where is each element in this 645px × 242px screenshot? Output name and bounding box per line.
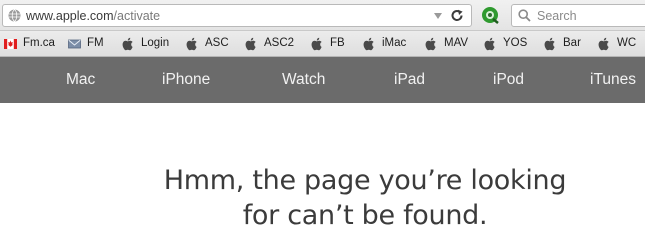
globe-icon	[8, 9, 21, 22]
apple-logo-icon	[186, 37, 197, 51]
apple-logo-icon	[311, 37, 322, 51]
apple-logo-icon	[484, 37, 495, 51]
bookmarks-bar: Fm.ca FM Login ASC ASC2 FB iMac MAV YOS …	[0, 31, 645, 57]
apple-logo-icon	[363, 37, 374, 51]
url-host: www.apple.com	[26, 9, 114, 23]
bookmark-label: iMac	[382, 37, 407, 49]
apple-logo-icon	[245, 37, 256, 51]
url-text[interactable]: www.apple.com/activate	[26, 9, 160, 23]
nav-item-mac[interactable]: Mac	[66, 71, 95, 89]
history-dropdown-icon[interactable]	[433, 11, 443, 21]
apple-logo-icon	[425, 37, 436, 51]
bookmark-label: WC	[617, 37, 637, 49]
canada-flag-icon	[4, 39, 17, 49]
apple-logo-icon	[598, 37, 609, 51]
page-not-found-heading: Hmm, the page you’re looking for can’t b…	[0, 163, 645, 233]
bookmark-label: FM	[87, 37, 104, 49]
apple-logo-icon	[544, 37, 555, 51]
search-icon	[518, 9, 531, 22]
nav-item-ipod[interactable]: iPod	[493, 71, 524, 89]
browser-toolbar: www.apple.com/activate Search	[0, 0, 645, 31]
search-bar[interactable]: Search	[511, 4, 645, 27]
nav-item-ipad[interactable]: iPad	[394, 71, 425, 89]
bookmark-label: YOS	[503, 37, 528, 49]
url-path: /activate	[113, 9, 161, 23]
bookmark-label: Bar	[563, 37, 581, 49]
reload-icon[interactable]	[450, 9, 464, 23]
heading-line-2: for can’t be found.	[242, 200, 488, 232]
extension-icon[interactable]	[480, 5, 500, 25]
bookmark-label: Login	[141, 37, 170, 49]
bookmark-label: FB	[330, 37, 345, 49]
bookmark-label: ASC2	[264, 37, 295, 49]
apple-logo-icon	[122, 37, 133, 51]
nav-item-watch[interactable]: Watch	[282, 71, 325, 89]
apple-global-nav: Mac iPhone Watch iPad iPod iTunes	[0, 57, 645, 103]
search-placeholder: Search	[537, 9, 577, 23]
nav-item-itunes[interactable]: iTunes	[590, 71, 636, 89]
bookmark-label: ASC	[205, 37, 229, 49]
mail-icon	[68, 39, 81, 49]
bookmark-label: Fm.ca	[23, 37, 55, 49]
nav-item-iphone[interactable]: iPhone	[162, 71, 210, 89]
heading-line-1: Hmm, the page you’re looking	[163, 165, 567, 197]
address-bar[interactable]: www.apple.com/activate	[2, 4, 472, 27]
bookmark-label: MAV	[444, 37, 469, 49]
